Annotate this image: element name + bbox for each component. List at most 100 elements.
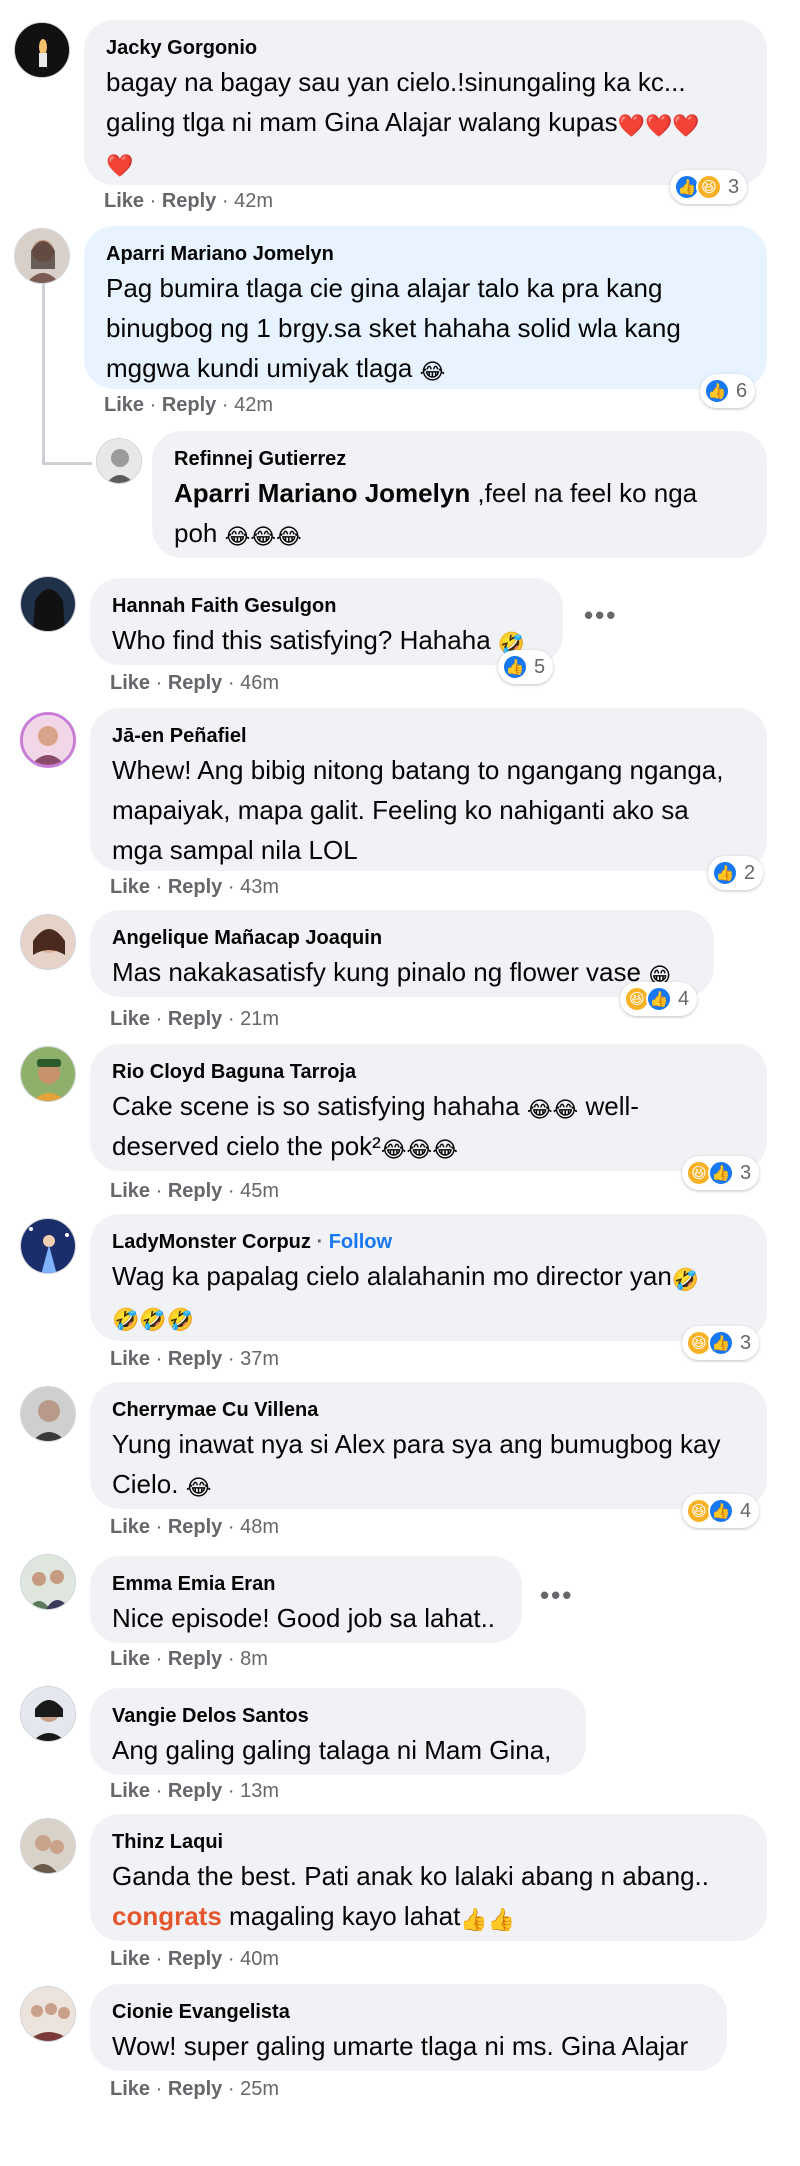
reply-link[interactable]: Reply [168, 1180, 222, 1202]
commenter-name-link[interactable]: LadyMonster Corpuz [112, 1231, 311, 1253]
timestamp[interactable]: 21m [240, 1008, 279, 1030]
avatar[interactable] [96, 438, 142, 484]
thumbs-up-icon: 👍 [502, 654, 528, 680]
timestamp[interactable]: 43m [240, 876, 279, 898]
avatar[interactable] [20, 1554, 76, 1610]
reaction-summary[interactable]: 👍 😆 3 [670, 170, 748, 204]
comment-actions: Like · Reply · 48m [110, 1516, 279, 1538]
more-options-icon[interactable]: ••• [540, 1580, 573, 1611]
reply-link[interactable]: Reply [168, 2078, 222, 2100]
reaction-summary[interactable]: 😆 👍 3 [682, 1326, 760, 1360]
commenter-name[interactable]: Aparri Mariano Jomelyn [106, 240, 745, 268]
commenter-name[interactable]: Angelique Mañacap Joaquin [112, 924, 692, 952]
comment-text: Whew! Ang bibig nitong batang to ngangan… [112, 755, 724, 865]
reply-link[interactable]: Reply [162, 190, 216, 212]
comment-actions: Like · Reply · 42m [104, 190, 273, 212]
reply-link[interactable]: Reply [168, 1780, 222, 1802]
commenter-name[interactable]: Thinz Laqui [112, 1828, 745, 1856]
comment-text: Ganda the best. Pati anak ko lalaki aban… [112, 1861, 709, 1932]
thumbs-up-icon: 👍 [646, 986, 672, 1012]
reply-link[interactable]: Reply [168, 1348, 222, 1370]
comment-bubble: LadyMonster Corpuz · Follow Wag ka papal… [90, 1214, 767, 1341]
timestamp[interactable]: 46m [240, 672, 279, 694]
comment-actions: Like · Reply · 43m [110, 876, 279, 898]
timestamp[interactable]: 8m [240, 1648, 268, 1670]
like-link[interactable]: Like [104, 190, 144, 212]
comment-bubble: Vangie Delos Santos Ang galing galing ta… [90, 1688, 586, 1775]
timestamp[interactable]: 37m [240, 1348, 279, 1370]
reply-link[interactable]: Reply [168, 1948, 222, 1970]
comment-actions: Like · Reply · 40m [110, 1948, 279, 1970]
timestamp[interactable]: 48m [240, 1516, 279, 1538]
avatar[interactable] [20, 914, 76, 970]
reply-link[interactable]: Reply [168, 1008, 222, 1030]
highlighted-word: congrats [112, 1901, 222, 1931]
like-link[interactable]: Like [110, 876, 150, 898]
commenter-name: LadyMonster Corpuz · Follow [112, 1231, 393, 1253]
commenter-name[interactable]: Refinnej Gutierrez [174, 445, 745, 473]
like-link[interactable]: Like [110, 1516, 150, 1538]
reaction-summary[interactable]: 👍 2 [708, 856, 764, 890]
avatar[interactable] [20, 1818, 76, 1874]
commenter-name[interactable]: Jacky Gorgonio [106, 34, 745, 62]
comment-text: Pag bumira tlaga cie gina alajar talo ka… [106, 273, 681, 384]
reply-link[interactable]: Reply [168, 1648, 222, 1670]
like-link[interactable]: Like [110, 1780, 150, 1802]
thumbs-up-icon: 👍 [704, 378, 730, 404]
timestamp[interactable]: 40m [240, 1948, 279, 1970]
more-options-icon[interactable]: ••• [584, 600, 617, 631]
thread-connector [42, 462, 92, 465]
timestamp[interactable]: 42m [234, 394, 273, 416]
reply-link[interactable]: Reply [168, 876, 222, 898]
avatar[interactable] [20, 1686, 76, 1742]
reaction-summary[interactable]: 😆 👍 3 [682, 1156, 760, 1190]
commenter-name[interactable]: Vangie Delos Santos [112, 1702, 564, 1730]
avatar[interactable] [20, 712, 76, 768]
comment-text: Who find this satisfying? Hahaha 🤣 [112, 625, 526, 656]
like-link[interactable]: Like [110, 1648, 150, 1670]
like-link[interactable]: Like [110, 1348, 150, 1370]
timestamp[interactable]: 25m [240, 2078, 279, 2100]
like-link[interactable]: Like [110, 1008, 150, 1030]
commenter-name[interactable]: Jā-en Peñafiel [112, 722, 745, 750]
comment-bubble: Aparri Mariano Jomelyn Pag bumira tlaga … [84, 226, 767, 389]
reaction-summary[interactable]: 👍 6 [700, 374, 756, 408]
like-link[interactable]: Like [110, 672, 150, 694]
commenter-name[interactable]: Hannah Faith Gesulgon [112, 592, 541, 620]
comment-actions: Like · Reply · 13m [110, 1780, 279, 1802]
avatar[interactable] [20, 1218, 76, 1274]
mention-link[interactable]: Aparri Mariano Jomelyn [174, 478, 470, 508]
avatar[interactable] [20, 1386, 76, 1442]
thumbs-up-icon: 👍 [708, 1330, 734, 1356]
avatar[interactable] [14, 22, 70, 78]
like-link[interactable]: Like [110, 1948, 150, 1970]
comment-bubble: Jā-en Peñafiel Whew! Ang bibig nitong ba… [90, 708, 767, 871]
reply-link[interactable]: Reply [168, 672, 222, 694]
commenter-name[interactable]: Cionie Evangelista [112, 1998, 705, 2026]
comment-text: Wag ka papalag cielo alalahanin mo direc… [112, 1261, 700, 1332]
thumbs-up-icon: 👍 [708, 1498, 734, 1524]
comment-actions: Like · Reply · 45m [110, 1180, 279, 1202]
follow-button[interactable]: Follow [329, 1231, 392, 1253]
avatar[interactable] [14, 228, 70, 284]
like-link[interactable]: Like [104, 394, 144, 416]
reply-link[interactable]: Reply [162, 394, 216, 416]
reaction-summary[interactable]: 👍 5 [498, 650, 554, 684]
like-link[interactable]: Like [110, 1180, 150, 1202]
reaction-summary[interactable]: 😆 👍 4 [620, 982, 698, 1016]
comment-text: Mas nakakasatisfy kung pinalo ng flower … [112, 957, 672, 988]
avatar[interactable] [20, 576, 76, 632]
comment-actions: Like · Reply · 37m [110, 1348, 279, 1370]
commenter-name[interactable]: Emma Emia Eran [112, 1570, 500, 1598]
thumbs-up-icon: 👍 [708, 1160, 734, 1186]
like-link[interactable]: Like [110, 2078, 150, 2100]
commenter-name[interactable]: Cherrymae Cu Villena [112, 1396, 745, 1424]
avatar[interactable] [20, 1986, 76, 2042]
timestamp[interactable]: 13m [240, 1780, 279, 1802]
commenter-name[interactable]: Rio Cloyd Baguna Tarroja [112, 1058, 745, 1086]
reply-link[interactable]: Reply [168, 1516, 222, 1538]
avatar[interactable] [20, 1046, 76, 1102]
reaction-summary[interactable]: 😆 👍 4 [682, 1494, 760, 1528]
timestamp[interactable]: 42m [234, 190, 273, 212]
timestamp[interactable]: 45m [240, 1180, 279, 1202]
